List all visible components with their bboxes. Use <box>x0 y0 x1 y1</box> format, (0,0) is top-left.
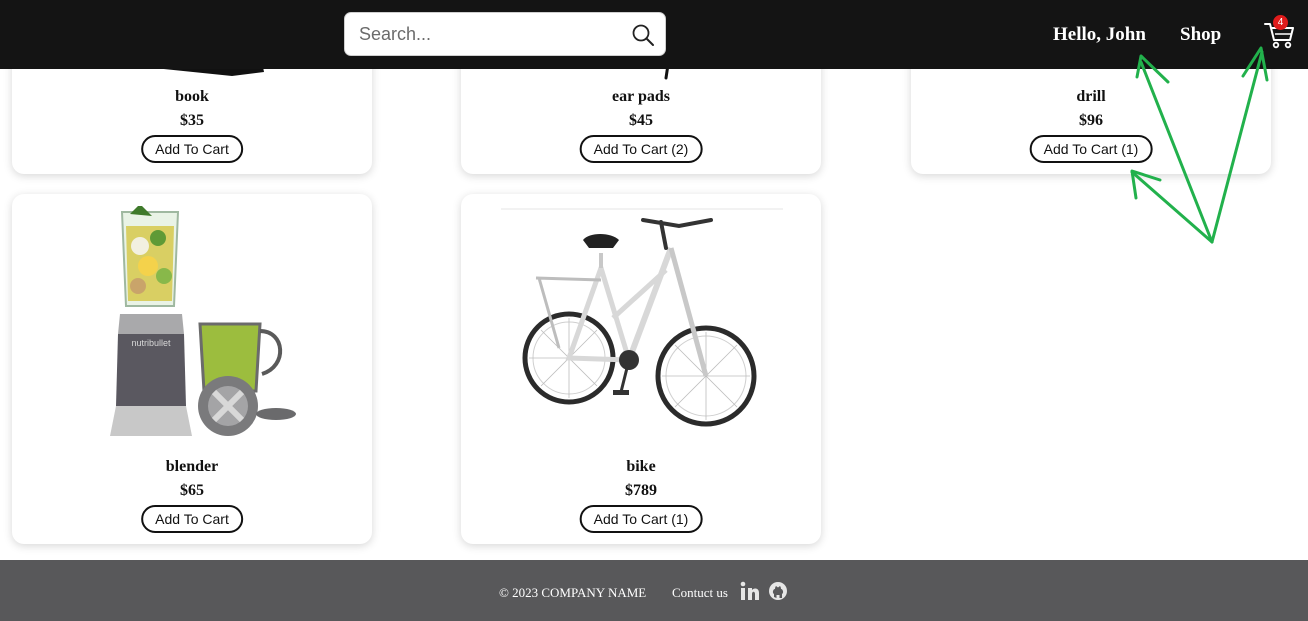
arrow-to-drill-button <box>1130 170 1214 244</box>
shop-link[interactable]: Shop <box>1180 24 1221 46</box>
user-greeting[interactable]: Hello, John <box>1053 24 1146 46</box>
copyright-text: © 2023 COMPANY NAME <box>499 585 647 600</box>
contact-link[interactable]: Contuct us <box>672 585 728 601</box>
product-price: $96 <box>1079 112 1103 129</box>
product-name: blender <box>165 458 219 475</box>
product-name: bike <box>626 458 656 475</box>
cart-button[interactable]: 4 <box>1262 15 1296 50</box>
svg-text:nutribullet: nutribullet <box>131 338 171 348</box>
search-icon[interactable] <box>631 23 655 47</box>
product-price: $789 <box>625 482 657 499</box>
top-navbar: Hello, John Shop 4 <box>0 0 1308 69</box>
cart-count-badge: 4 <box>1273 15 1288 30</box>
product-card-bike: bike $789 Add To Cart (1) <box>461 194 821 544</box>
add-to-cart-button[interactable]: Add To Cart (2) <box>579 135 703 163</box>
add-to-cart-button[interactable]: Add To Cart <box>141 135 243 163</box>
search-input[interactable] <box>359 21 619 47</box>
add-to-cart-button[interactable]: Add To Cart (1) <box>1029 135 1153 163</box>
product-price: $35 <box>180 112 204 129</box>
product-price: $45 <box>629 112 653 129</box>
product-price: $65 <box>180 482 204 499</box>
product-name: ear pads <box>612 88 670 105</box>
bike-image <box>501 208 783 427</box>
blender-image: nutribullet <box>110 206 296 436</box>
add-to-cart-button[interactable]: Add To Cart (1) <box>579 505 703 533</box>
github-icon[interactable] <box>768 581 788 601</box>
linkedin-icon[interactable] <box>740 581 760 601</box>
search-box[interactable] <box>344 12 666 56</box>
product-name: book <box>175 88 209 105</box>
arrowhead-drill-button <box>1130 169 1162 200</box>
add-to-cart-button[interactable]: Add To Cart <box>141 505 243 533</box>
footer: © 2023 COMPANY NAME Contuct us <box>0 560 1308 621</box>
product-name: drill <box>1076 88 1106 105</box>
product-card-blender: nutribullet blender $65 Add To Cart <box>12 194 372 544</box>
